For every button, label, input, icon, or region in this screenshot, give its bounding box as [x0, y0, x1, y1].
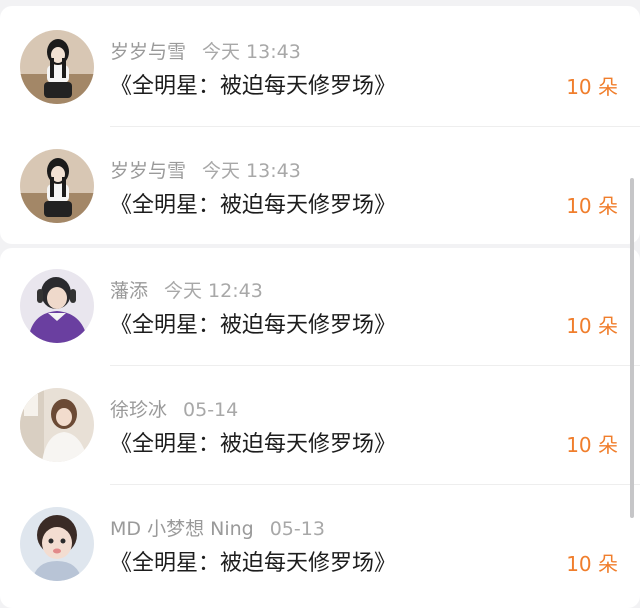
gift-list-item[interactable]: 岁岁与雪 今天 13:43 《全明星：被迫每天修罗场》 10 朵: [0, 12, 640, 122]
gift-amount: 10 朵: [566, 552, 618, 576]
sender-line: MD 小梦想 Ning 05-13: [110, 514, 325, 541]
sender-name: 岁岁与雪: [110, 160, 187, 182]
gift-list-screen: 岁岁与雪 今天 13:43 《全明星：被迫每天修罗场》 10 朵 岁岁与雪 今天 1…: [0, 0, 640, 608]
avatar[interactable]: [20, 149, 94, 223]
gift-list-item[interactable]: 徐珍冰 05-14 《全明星：被迫每天修罗场》 10 朵: [0, 371, 640, 481]
divider: [110, 365, 640, 366]
sender-name: MD 小梦想 Ning: [110, 518, 254, 540]
send-time: 05-14: [183, 399, 239, 421]
gift-list-item[interactable]: MD 小梦想 Ning 05-13 《全明星：被迫每天修罗场》 10 朵: [0, 490, 640, 600]
divider: [110, 126, 640, 127]
send-time: 05-13: [269, 518, 325, 540]
sender-line: 岁岁与雪 今天 13:43: [110, 37, 301, 64]
book-title: 《全明星：被迫每天修罗场》: [110, 193, 397, 218]
sender-line: 徐珍冰 05-14: [110, 395, 238, 422]
send-time: 今天 13:43: [202, 160, 301, 182]
book-title: 《全明星：被迫每天修罗场》: [110, 432, 397, 457]
gift-list-item[interactable]: 藩添 今天 12:43 《全明星：被迫每天修罗场》 10 朵: [0, 252, 640, 362]
avatar[interactable]: [20, 388, 94, 462]
sender-line: 岁岁与雪 今天 13:43: [110, 156, 301, 183]
gift-amount: 10 朵: [566, 75, 618, 99]
send-time: 今天 13:43: [202, 41, 301, 63]
sender-name: 徐珍冰: [110, 399, 168, 421]
gift-amount: 10 朵: [566, 433, 618, 457]
send-time: 今天 12:43: [164, 280, 263, 302]
divider: [110, 484, 640, 485]
gift-list-item[interactable]: 岁岁与雪 今天 13:43 《全明星：被迫每天修罗场》 10 朵: [0, 132, 640, 242]
gift-amount: 10 朵: [566, 194, 618, 218]
sender-name: 岁岁与雪: [110, 41, 187, 63]
sender-name: 藩添: [110, 280, 149, 302]
sender-line: 藩添 今天 12:43: [110, 276, 263, 303]
book-title: 《全明星：被迫每天修罗场》: [110, 74, 397, 99]
book-title: 《全明星：被迫每天修罗场》: [110, 551, 397, 576]
avatar[interactable]: [20, 30, 94, 104]
avatar[interactable]: [20, 507, 94, 581]
book-title: 《全明星：被迫每天修罗场》: [110, 313, 397, 338]
gift-amount: 10 朵: [566, 314, 618, 338]
avatar[interactable]: [20, 269, 94, 343]
scrollbar[interactable]: [630, 178, 634, 518]
